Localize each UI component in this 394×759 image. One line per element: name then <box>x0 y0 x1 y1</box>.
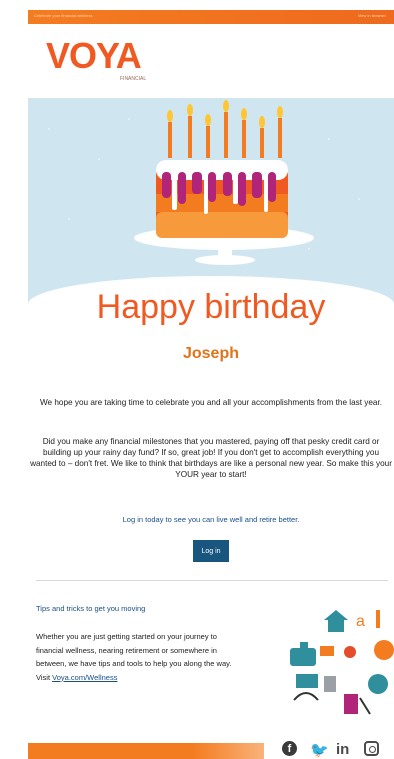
linkedin-icon[interactable]: in <box>336 741 349 758</box>
svg-text:a: a <box>356 613 365 630</box>
tips-body: Whether you are just getting started on … <box>36 630 236 684</box>
recipient-name: Joseph <box>182 345 239 362</box>
voya-logo[interactable]: VOYA <box>46 38 142 74</box>
voya-logo-subtitle: FINANCIAL <box>120 76 147 82</box>
view-in-browser-link[interactable]: View in browser <box>358 13 386 18</box>
body-paragraph-1: We hope you are taking time to celebrate… <box>39 398 383 407</box>
body-paragraph-2: Did you make any financial milestones th… <box>30 437 392 479</box>
facebook-icon[interactable]: f <box>282 741 297 756</box>
login-cta-link[interactable]: Log in today to see you can live well an… <box>30 515 392 524</box>
section-divider <box>36 580 388 581</box>
greeting-title: Happy birthday <box>96 288 326 326</box>
twitter-icon[interactable]: 🐦 <box>310 741 329 759</box>
instagram-icon[interactable] <box>364 741 379 756</box>
wellness-link[interactable]: Voya.com/Wellness <box>52 673 117 682</box>
log-in-button[interactable]: Log in <box>193 540 229 562</box>
top-banner: Celebrate your financial wellness View i… <box>28 10 394 24</box>
tips-title: Tips and tricks to get you moving <box>36 604 146 613</box>
bottom-banner <box>28 743 264 759</box>
top-banner-left-text: Celebrate your financial wellness <box>34 13 93 18</box>
financial-tools-illustration: a <box>290 610 394 715</box>
